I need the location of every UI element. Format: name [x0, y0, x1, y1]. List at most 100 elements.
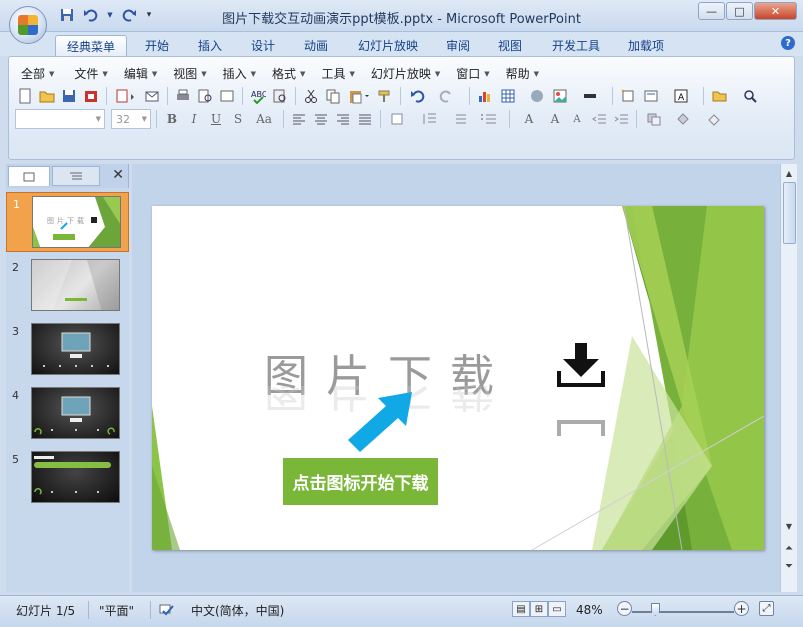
next-slide-icon[interactable]: ⏷ [781, 558, 797, 574]
menu-insert[interactable]: 插入 ▼ [219, 63, 260, 84]
paste-icon[interactable] [345, 86, 373, 106]
font-name-select[interactable]: ▼ [15, 109, 105, 129]
normal-view-icon[interactable]: ▤ [512, 601, 530, 617]
tab-outline[interactable] [52, 166, 100, 186]
menu-all[interactable]: 全部 ▼ [17, 63, 58, 84]
grow-font-icon[interactable]: A [545, 109, 565, 129]
open-folder-dropdown-icon[interactable] [709, 86, 737, 106]
tab-insert[interactable]: 插入 [190, 35, 230, 56]
scrollbar-thumb[interactable] [783, 182, 796, 244]
spellcheck-icon[interactable] [158, 601, 176, 619]
maximize-button[interactable]: □ [726, 2, 753, 20]
permission-icon[interactable] [81, 86, 101, 106]
minimize-button[interactable]: — [698, 2, 725, 20]
slide-thumbnail-4[interactable]: 4 [6, 384, 129, 444]
redo-icon[interactable] [436, 86, 464, 106]
tab-addins[interactable]: 加载项 [620, 35, 672, 56]
slide-sorter-view-icon[interactable]: ⊞ [530, 601, 548, 617]
print-preview-icon[interactable] [195, 86, 215, 106]
cut-icon[interactable] [301, 86, 321, 106]
open-folder-icon[interactable] [37, 86, 57, 106]
theme-name[interactable]: "平面" [99, 601, 134, 619]
insert-chart-icon[interactable] [475, 86, 495, 106]
zoom-out-icon[interactable]: − [617, 601, 632, 616]
align-center-icon[interactable] [311, 109, 331, 129]
tab-design[interactable]: 设计 [243, 35, 283, 56]
zoom-level[interactable]: 48% [576, 601, 603, 619]
tab-developer[interactable]: 开发工具 [544, 35, 608, 56]
menu-help[interactable]: 帮助 ▼ [502, 63, 543, 84]
menu-edit[interactable]: 编辑 ▼ [120, 63, 161, 84]
tab-classic-menu[interactable]: 经典菜单 [55, 35, 127, 56]
find-icon[interactable] [739, 86, 767, 106]
spelling-icon[interactable]: ABC [248, 86, 268, 106]
decrease-indent-icon[interactable] [589, 109, 609, 129]
underline-icon[interactable]: U [206, 109, 226, 129]
font-color-icon[interactable]: A [515, 109, 543, 129]
insert-shape-icon[interactable] [579, 86, 607, 106]
numbering-icon[interactable] [446, 109, 474, 129]
print-icon[interactable] [173, 86, 193, 106]
menu-window[interactable]: 窗口 ▼ [452, 63, 493, 84]
align-right-icon[interactable] [333, 109, 353, 129]
current-slide[interactable]: 图片下载 图片下载 点击图标开始下载 [152, 206, 764, 550]
menu-tools[interactable]: 工具 ▼ [317, 63, 358, 84]
slide-thumbnail-1[interactable]: 1 图片下载 [6, 192, 129, 252]
slideshow-view-icon[interactable]: ▭ [548, 601, 566, 617]
line-spacing-icon[interactable] [416, 109, 444, 129]
menu-slideshow[interactable]: 幻灯片放映 ▼ [367, 63, 444, 84]
insert-picture-icon[interactable] [549, 86, 577, 106]
slide-thumbnail-3[interactable]: 3 [6, 320, 129, 380]
tab-review[interactable]: 审阅 [438, 35, 478, 56]
align-left-icon[interactable] [289, 109, 309, 129]
research-icon[interactable] [270, 86, 290, 106]
scroll-up-icon[interactable]: ▲ [781, 165, 797, 181]
start-download-button[interactable]: 点击图标开始下载 [283, 458, 438, 505]
quick-styles-icon[interactable] [672, 109, 700, 129]
arrange-icon[interactable] [642, 109, 670, 129]
help-icon[interactable]: ? [781, 36, 795, 50]
format-painter-icon[interactable] [375, 86, 395, 106]
slide-thumbnail-2[interactable]: 2 [6, 256, 129, 316]
bold-icon[interactable]: B [162, 109, 182, 129]
italic-icon[interactable]: I [184, 109, 204, 129]
bullets-icon[interactable] [476, 109, 504, 129]
shape-fill-icon[interactable] [702, 109, 730, 129]
increase-indent-icon[interactable] [611, 109, 631, 129]
menu-file[interactable]: 文件 ▼ [70, 63, 111, 84]
tab-slides[interactable] [8, 166, 50, 186]
layout-icon[interactable] [640, 86, 668, 106]
menu-view[interactable]: 视图 ▼ [169, 63, 210, 84]
tab-view[interactable]: 视图 [490, 35, 530, 56]
language-indicator[interactable]: 中文(简体，中国) [191, 601, 284, 619]
copy-icon[interactable] [323, 86, 343, 106]
fit-to-window-icon[interactable]: ⤢ [759, 601, 774, 616]
change-case-icon[interactable]: Aa [250, 109, 278, 129]
tab-home[interactable]: 开始 [137, 35, 177, 56]
shadow-text-icon[interactable]: S [228, 109, 248, 129]
textbox-icon[interactable]: A [670, 86, 698, 106]
slide-thumbnail-5[interactable]: 5 [6, 448, 129, 508]
menu-format[interactable]: 格式 ▼ [268, 63, 309, 84]
download-icon[interactable] [557, 343, 605, 392]
publish-icon[interactable] [112, 86, 140, 106]
scroll-down-icon[interactable]: ▼ [781, 518, 797, 534]
vertical-scrollbar[interactable]: ▲ ▼ ⏶ ⏷ [780, 164, 797, 592]
insert-table-icon[interactable] [497, 86, 525, 106]
text-direction-icon[interactable] [386, 109, 414, 129]
previous-slide-icon[interactable]: ⏶ [781, 540, 797, 556]
justify-icon[interactable] [355, 109, 375, 129]
zoom-in-icon[interactable]: + [734, 601, 749, 616]
slide-view-icon[interactable] [217, 86, 237, 106]
tab-slideshow[interactable]: 幻灯片放映 [350, 35, 426, 56]
insert-clipart-icon[interactable] [527, 86, 547, 106]
font-size-select[interactable]: 32 ▼ [111, 109, 151, 129]
new-document-icon[interactable] [15, 86, 35, 106]
close-button[interactable]: ✕ [754, 2, 797, 20]
new-slide-icon[interactable] [618, 86, 638, 106]
undo-icon[interactable] [406, 86, 434, 106]
email-attach-icon[interactable] [142, 86, 162, 106]
office-button[interactable] [9, 6, 47, 44]
tab-animation[interactable]: 动画 [296, 35, 336, 56]
save-icon[interactable] [59, 86, 79, 106]
